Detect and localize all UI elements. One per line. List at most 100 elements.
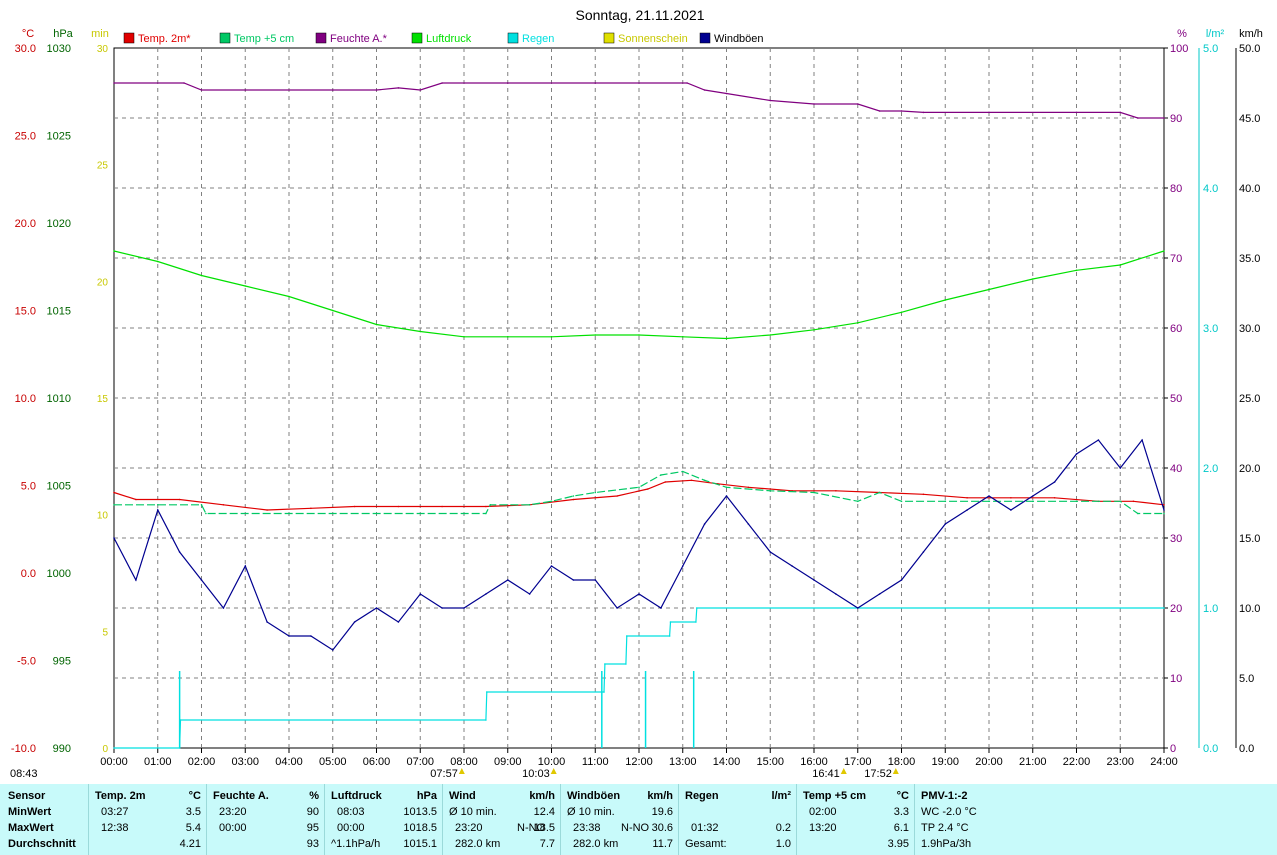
temp5cm-title: Temp +5 cm xyxy=(803,790,867,802)
wind-unit: km/h xyxy=(529,790,555,802)
sun-tick-label: 30 xyxy=(97,44,109,55)
series-point xyxy=(900,579,903,581)
series-point xyxy=(485,719,487,721)
x-tick-label: 21:00 xyxy=(1019,756,1047,768)
humidity-max-time: 00:00 xyxy=(219,822,247,834)
series-point xyxy=(1032,278,1034,280)
series-point xyxy=(1075,111,1078,114)
series-point xyxy=(135,498,137,501)
series-point xyxy=(288,635,290,637)
series-point xyxy=(244,285,247,287)
gusts-min: 19.6 xyxy=(651,806,673,818)
series-point xyxy=(1053,481,1056,483)
x-tick-label: 01:00 xyxy=(144,756,172,768)
series-point xyxy=(113,504,115,506)
pressure-unit: hPa xyxy=(416,790,437,802)
series-point xyxy=(550,500,553,503)
series-point xyxy=(769,551,772,553)
x-tick-label: 16:00 xyxy=(800,756,828,768)
series-point xyxy=(922,111,925,114)
pressure-max: 1018.5 xyxy=(403,822,437,834)
temp-tick-label: -5.0 xyxy=(17,656,36,668)
series-point xyxy=(944,523,947,525)
series-point xyxy=(572,579,575,581)
humidity-tick-label: 0 xyxy=(1170,743,1176,755)
series-point xyxy=(1032,500,1034,503)
series-point xyxy=(813,579,815,581)
x-tick-label: 22:00 xyxy=(1063,756,1091,768)
series-point xyxy=(485,512,487,515)
series-point xyxy=(922,493,925,496)
row-label-min: MinWert xyxy=(8,806,52,818)
rain-tick-label: 2.0 xyxy=(1203,463,1218,475)
series-point xyxy=(988,500,990,503)
series-point xyxy=(725,337,728,340)
wind-tick-label: 35.0 xyxy=(1239,253,1260,265)
humidity-tick-label: 10 xyxy=(1170,673,1182,685)
series-point xyxy=(157,260,159,263)
series-line xyxy=(114,607,1164,749)
series-point xyxy=(200,89,203,91)
temp-tick-label: 25.0 xyxy=(15,131,36,143)
chart-legend: Temp. 2m* Temp +5 cm Feuchte A.* Luftdruck R… xyxy=(123,32,764,45)
wind-tick-label: 45.0 xyxy=(1239,113,1260,125)
sun-tick-label: 5 xyxy=(102,627,108,638)
humidity-title: Feuchte A. xyxy=(213,790,269,802)
series-point xyxy=(1163,117,1165,119)
humidity-tick-label: 90 xyxy=(1170,113,1182,125)
series-point xyxy=(835,593,837,595)
series-point xyxy=(244,565,247,567)
section-humidity: Feuchte A. % 23:20 90 00:00 95 93 xyxy=(206,784,325,855)
x-tick-label: 02:00 xyxy=(188,756,216,768)
series-point xyxy=(900,110,903,112)
series-point xyxy=(878,491,881,494)
series-point xyxy=(375,323,378,326)
series-point xyxy=(550,565,553,567)
temp-tick-label: 20.0 xyxy=(15,218,36,230)
chart-axes: 00:00 01:00 02:00 03:00 04:00 05:00 06:00 07:00… xyxy=(10,28,1263,780)
x-tick-label: 00:00 xyxy=(100,756,128,768)
temp5cm-avg: 3.95 xyxy=(887,838,909,850)
temp5cm-max: 6.1 xyxy=(893,822,909,834)
series-point xyxy=(857,322,859,324)
section-wind: Wind km/h Ø 10 min. 12.4 23:20 N-NO 18.5… xyxy=(442,784,561,855)
x-tick-label: 09:00 xyxy=(494,756,522,768)
series-point xyxy=(988,288,990,291)
wind-max: 18.5 xyxy=(533,822,555,834)
temp5cm-unit: °C xyxy=(896,790,909,802)
series-point xyxy=(310,507,312,510)
series-point xyxy=(747,523,750,525)
series-point xyxy=(660,474,662,476)
series-point xyxy=(1032,495,1034,497)
series-point xyxy=(528,593,531,595)
gusts-distance: 282.0 km xyxy=(573,838,619,850)
series-point xyxy=(178,551,181,553)
series-point xyxy=(1119,500,1122,503)
sun-axis-unit: min xyxy=(91,28,109,40)
x-tick-label: 23:00 xyxy=(1106,756,1134,768)
temp-axis-unit: °C xyxy=(22,28,34,40)
rain-tick-label: 0.0 xyxy=(1203,743,1218,755)
series-point xyxy=(703,479,706,482)
gusts-title: Windböen xyxy=(567,790,621,802)
series-point xyxy=(988,495,990,497)
section-temp2m: Temp. 2m °C 03:27 3.5 12:38 5.4 4.21 xyxy=(88,784,207,855)
corner-time-label: 08:43 xyxy=(10,768,38,780)
series-point xyxy=(135,579,137,581)
temp2m-avg: 4.21 xyxy=(179,838,201,850)
row-label-max: MaxWert xyxy=(8,822,54,834)
sun-marker xyxy=(550,768,557,774)
series-point xyxy=(485,505,487,508)
legend-swatch xyxy=(411,32,423,44)
series-point xyxy=(222,504,225,506)
series-point xyxy=(486,691,488,693)
legend-swatch xyxy=(123,32,135,44)
series-point xyxy=(660,607,662,609)
series-point xyxy=(594,579,597,581)
humidity-tick-label: 80 xyxy=(1170,183,1182,195)
wind-max-time: 23:20 xyxy=(455,822,483,834)
wind-tick-label: 10.0 xyxy=(1239,603,1260,615)
rain-tick-label: 4.0 xyxy=(1203,183,1218,195)
x-tick-label: 04:00 xyxy=(275,756,303,768)
pmv-trend: 1.9hPa/3h xyxy=(921,838,972,850)
